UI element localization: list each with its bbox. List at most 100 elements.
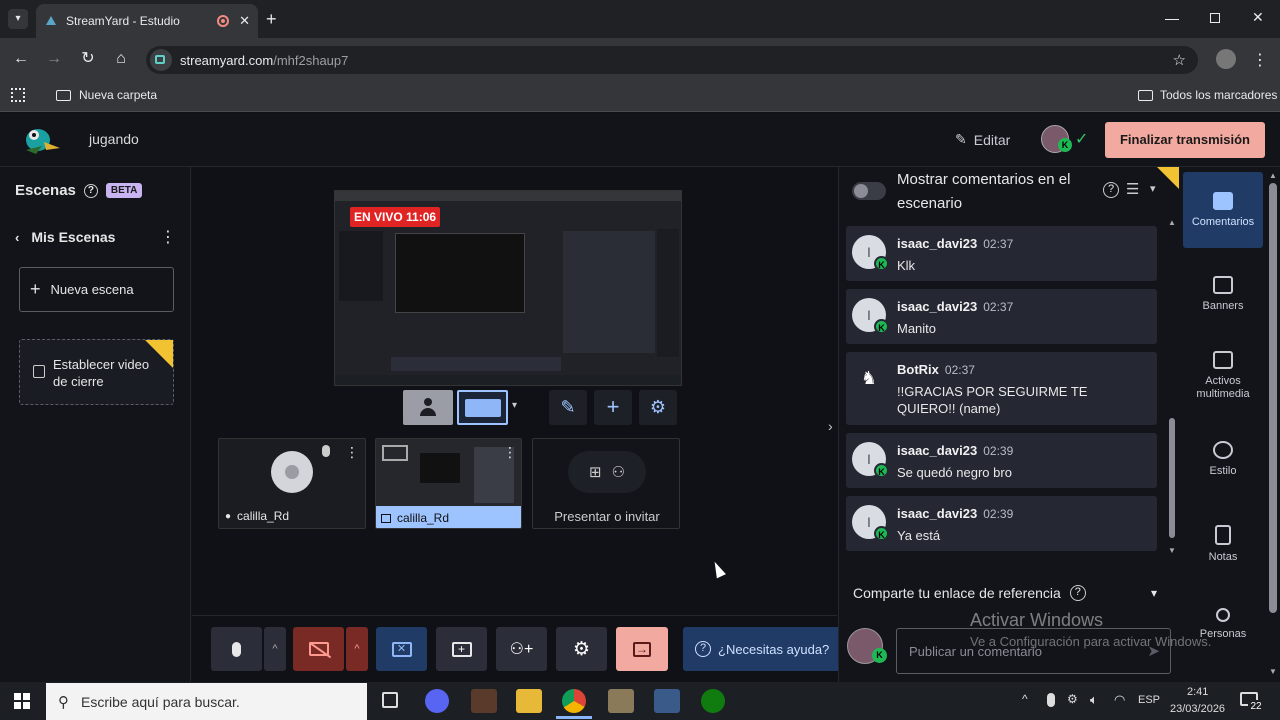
edit-layout-button[interactable]: ✎: [549, 390, 587, 425]
kick-badge-icon: K: [874, 319, 889, 334]
closing-video-card[interactable]: Establecer video de cierre: [19, 339, 174, 405]
search-icon: ⚲: [58, 693, 69, 711]
tray-mic-icon[interactable]: [1047, 693, 1055, 707]
url-domain: streamyard.com: [180, 52, 274, 68]
invite-icons-pill: ⊞ ⚇: [568, 451, 646, 493]
all-bookmarks-label: Todos los marcadores: [1160, 88, 1278, 102]
leave-studio-button[interactable]: →: [616, 627, 668, 671]
bookmark-folder[interactable]: Nueva carpeta: [56, 88, 157, 102]
mic-options-button[interactable]: ^: [264, 627, 286, 671]
add-layout-button[interactable]: +: [594, 390, 632, 425]
restore-button[interactable]: [1210, 13, 1220, 23]
layout-settings-button[interactable]: ⚙: [639, 390, 677, 425]
end-broadcast-button[interactable]: Finalizar transmisión: [1105, 122, 1265, 158]
sidebar-item-comments[interactable]: Comentarios: [1183, 172, 1263, 248]
profile-avatar[interactable]: [1216, 49, 1236, 69]
comment-time: 02:39: [983, 507, 1014, 521]
chevron-down-icon[interactable]: ▾: [1150, 182, 1156, 195]
collapse-right-chevron-icon[interactable]: ›: [828, 418, 833, 434]
comment-item: I K isaac_davi23 02:39 Ya está: [846, 496, 1157, 551]
home-button[interactable]: ⌂: [111, 49, 131, 69]
tray-chevron-icon[interactable]: ^: [1022, 692, 1028, 706]
discord-icon[interactable]: [425, 689, 449, 713]
my-scenes-header[interactable]: ‹ Mis Escenas: [15, 229, 115, 245]
comment-author: BotRix 02:37: [897, 362, 975, 377]
tab-search-button[interactable]: ▾: [8, 9, 28, 29]
layout-screen-button[interactable]: [457, 390, 508, 425]
task-view-icon[interactable]: [382, 692, 398, 708]
show-comments-toggle[interactable]: [852, 182, 886, 200]
chrome-icon[interactable]: [562, 689, 586, 713]
file-explorer-icon[interactable]: [516, 689, 542, 713]
layout-dropdown-icon[interactable]: ▾: [512, 400, 517, 411]
mic-button[interactable]: [211, 627, 262, 671]
mic-icon[interactable]: [322, 445, 330, 457]
sidebar-item-media[interactable]: Activos multimedia: [1183, 351, 1263, 401]
comments-scrollbar[interactable]: ▲ ▼: [1168, 218, 1176, 558]
clock-date[interactable]: 23/03/2026: [1170, 703, 1225, 715]
participant-tile-camera[interactable]: ⋮ ● calilla_Rd: [218, 438, 366, 529]
reload-button[interactable]: ↻: [78, 49, 98, 69]
back-button[interactable]: ←: [11, 49, 31, 69]
minimize-button[interactable]: [1165, 19, 1179, 20]
app-icon[interactable]: [608, 689, 634, 713]
chrome-active-indicator: [556, 716, 592, 719]
help-circle-icon[interactable]: ?: [83, 183, 98, 198]
address-bar[interactable]: streamyard.com/mhf2shaup7 ☆: [146, 46, 1198, 74]
participant-name-row: calilla_Rd: [376, 506, 521, 528]
invite-guest-button[interactable]: ⚇+: [496, 627, 547, 671]
camera-off-button[interactable]: [293, 627, 344, 671]
browser-menu-icon[interactable]: ⋮: [1252, 50, 1268, 70]
chevron-left-icon: ‹: [15, 229, 20, 245]
edit-button[interactable]: ✎ Editar: [955, 131, 1010, 148]
tab-close-icon[interactable]: ✕: [239, 13, 250, 29]
scenes-panel: Escenas ? BETA ‹ Mis Escenas ⋮ + Nueva e…: [0, 167, 198, 682]
filter-sliders-icon[interactable]: ☰: [1126, 180, 1139, 198]
stop-share-button[interactable]: ✕: [376, 627, 427, 671]
site-info-icon[interactable]: [150, 49, 172, 71]
layout-solo-button[interactable]: [403, 390, 453, 425]
bookmarks-bar: Nueva carpeta Todos los marcadores: [0, 80, 1280, 112]
game-app-icon[interactable]: [654, 689, 680, 713]
bookmark-star-icon[interactable]: ☆: [1173, 51, 1186, 69]
taskbar-search[interactable]: ⚲ Escribe aquí para buscar.: [46, 683, 367, 720]
xbox-icon[interactable]: [701, 689, 725, 713]
volume-icon[interactable]: 🔈︎: [1090, 692, 1098, 708]
broadcast-name[interactable]: jugando: [89, 131, 139, 147]
share-screen-button[interactable]: +: [436, 627, 487, 671]
language-indicator[interactable]: ESP: [1138, 694, 1160, 706]
tile-menu-icon[interactable]: ⋮: [503, 444, 517, 461]
invite-tile[interactable]: ⊞ ⚇ Presentar o invitar: [532, 438, 680, 529]
edit-label: Editar: [973, 131, 1011, 148]
camera-options-button[interactable]: ^: [346, 627, 368, 671]
new-scene-label: Nueva escena: [50, 282, 134, 297]
new-scene-button[interactable]: + Nueva escena: [19, 267, 174, 312]
sidebar-item-notes[interactable]: Notas: [1183, 525, 1263, 563]
tile-menu-icon[interactable]: ⋮: [345, 444, 359, 461]
help-button[interactable]: ? ¿Necesitas ayuda?: [683, 627, 847, 671]
comments-help-icon[interactable]: ?: [1103, 182, 1119, 198]
network-icon[interactable]: ◠: [1114, 692, 1125, 708]
all-bookmarks[interactable]: Todos los marcadores: [1138, 88, 1277, 102]
comment-item: I K isaac_davi23 02:39 Se quedó negro bro: [846, 433, 1157, 488]
share-link-row[interactable]: Comparte tu enlace de referencia ? ▾: [853, 585, 1163, 601]
windows-start-icon[interactable]: [14, 693, 30, 709]
sidebar-item-banners[interactable]: Banners: [1183, 276, 1263, 312]
tray-ime-icon[interactable]: ⚙: [1067, 692, 1078, 706]
comment-time: 02:39: [983, 444, 1014, 458]
participant-tile-screen[interactable]: ⋮ calilla_Rd: [375, 438, 522, 529]
window-close-button[interactable]: ✕: [1252, 9, 1264, 26]
settings-button[interactable]: ⚙: [556, 627, 607, 671]
stage-preview[interactable]: EN VIVO 11:06: [334, 190, 682, 386]
sidebar-item-style[interactable]: Estilo: [1183, 441, 1263, 477]
game-app-icon[interactable]: [471, 689, 497, 713]
tab-streamyard[interactable]: StreamYard - Estudio ✕: [36, 4, 258, 38]
clock-time[interactable]: 2:41: [1187, 686, 1208, 698]
new-tab-button[interactable]: +: [266, 9, 277, 30]
add-guest-icon: ⚇+: [509, 641, 534, 658]
forward-button[interactable]: →: [44, 49, 64, 69]
scenes-menu-icon[interactable]: ⋮: [160, 227, 176, 247]
apps-grid-icon[interactable]: [11, 88, 25, 102]
preview-scenes-mini: [339, 231, 383, 301]
page-scrollbar[interactable]: ▲ ▼: [1266, 167, 1280, 682]
